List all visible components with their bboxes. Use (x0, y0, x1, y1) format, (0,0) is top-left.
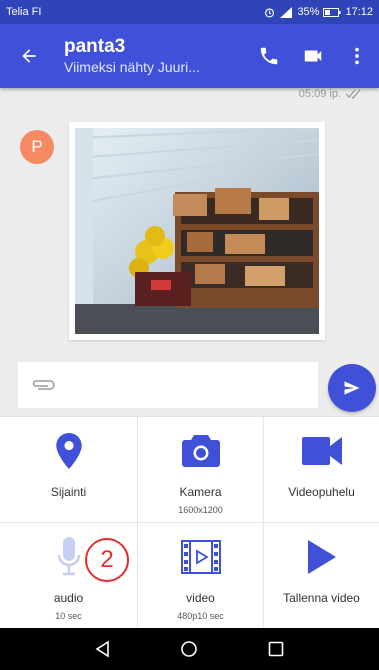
conversation-header[interactable]: panta3 Viimeksi nähty Juuri... (54, 36, 247, 76)
tile-sublabel: 480p10 sec (177, 611, 224, 621)
video-camera-icon (304, 50, 322, 62)
tile-sublabel: 10 sec (55, 611, 82, 621)
navigation-bar (0, 628, 379, 670)
video-call-button[interactable] (291, 24, 335, 88)
microphone-icon (57, 537, 80, 576)
tile-label: Videopuhelu (288, 485, 355, 499)
message-composer (0, 358, 379, 416)
arrow-back-icon (22, 49, 36, 63)
battery-percent: 35% (297, 6, 320, 18)
signal-icon (280, 6, 293, 18)
nav-back-icon[interactable] (94, 640, 112, 658)
tile-label: video (186, 591, 215, 605)
film-icon (180, 540, 221, 574)
nav-recents-icon[interactable] (267, 640, 285, 658)
attach-video-tile[interactable]: video 480p10 sec (138, 523, 264, 629)
annotation-badge: 2 (85, 538, 129, 582)
avatar[interactable]: P (20, 130, 54, 164)
play-icon (307, 540, 336, 574)
attach-video-call-tile[interactable]: Videopuhelu (264, 417, 379, 523)
nav-home-icon[interactable] (180, 640, 198, 658)
send-button[interactable] (328, 364, 376, 412)
tile-label: Sijainti (50, 485, 87, 499)
carrier-label: Telia FI (6, 6, 42, 18)
video-camera-icon (301, 437, 342, 465)
message-timestamp: 05:09 ip. (299, 88, 363, 100)
photo-thumbnail (75, 128, 319, 334)
location-pin-icon (55, 433, 82, 469)
tile-label: audio (53, 591, 84, 605)
overflow-menu-button[interactable] (335, 24, 379, 88)
status-icons: 35% 17:12 (264, 6, 373, 18)
back-button[interactable] (4, 24, 54, 88)
last-seen-status: Viimeksi nähty Juuri... (64, 59, 200, 75)
phone-icon (260, 47, 278, 65)
camera-icon (181, 435, 220, 467)
message-input[interactable] (18, 362, 318, 408)
contact-name: panta3 (64, 36, 126, 57)
chat-area[interactable]: 05:09 ip. P (0, 88, 379, 358)
double-check-icon (345, 89, 361, 99)
battery-icon (323, 7, 342, 17)
image-message[interactable] (69, 122, 325, 340)
send-icon (344, 381, 360, 395)
tile-label: Tallenna video (283, 591, 360, 605)
tile-sublabel: 1600x1200 (178, 505, 223, 515)
clock: 17:12 (345, 6, 373, 18)
alarm-icon (265, 7, 275, 17)
attach-location-tile[interactable]: Sijainti (0, 417, 138, 523)
attach-camera-tile[interactable]: Kamera 1600x1200 (138, 417, 264, 523)
more-vert-icon (355, 47, 359, 65)
attachment-icon[interactable] (30, 378, 56, 392)
attach-record-video-tile[interactable]: Tallenna video (264, 523, 379, 629)
attachment-panel: Sijainti Kamera 1600x1200 Videopuhelu au… (0, 416, 379, 629)
app-bar: panta3 Viimeksi nähty Juuri... (0, 24, 379, 88)
tile-label: Kamera (179, 485, 222, 499)
voice-call-button[interactable] (247, 24, 291, 88)
status-bar: Telia FI 35% 17:12 (0, 0, 379, 24)
